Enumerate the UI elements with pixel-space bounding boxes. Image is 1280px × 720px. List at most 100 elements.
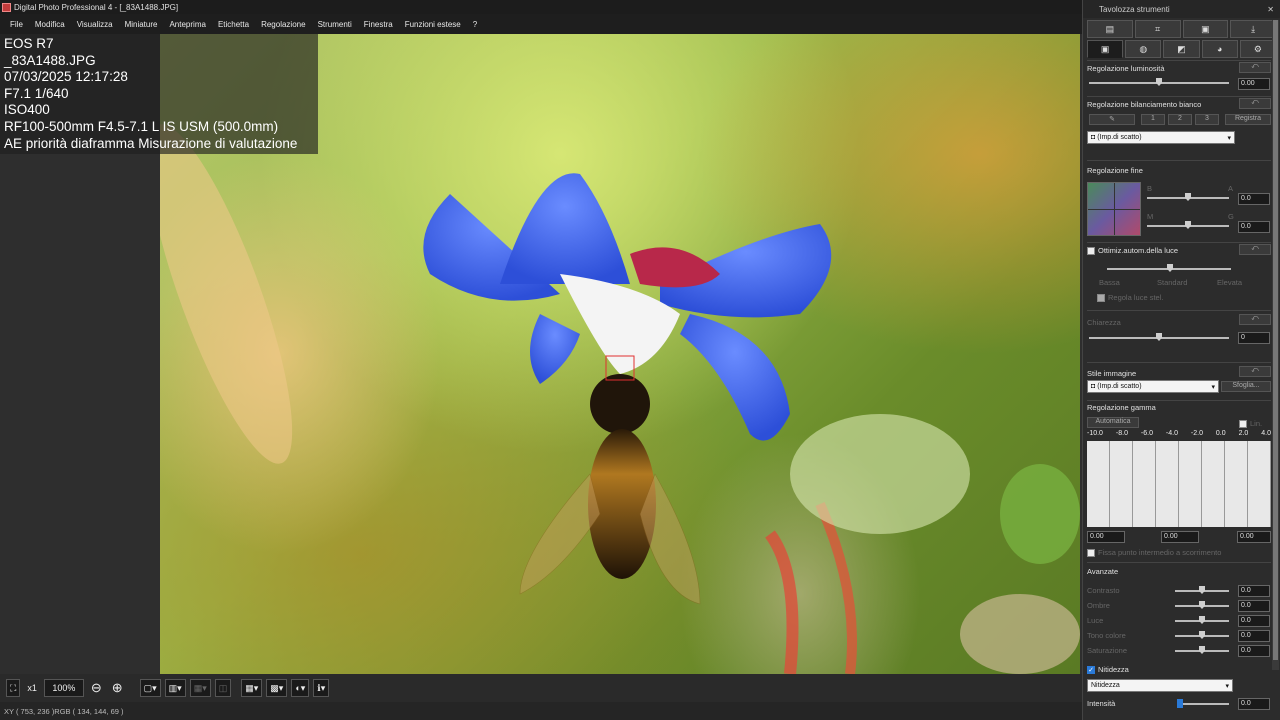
- gamma-auto-button[interactable]: Automatica: [1087, 417, 1139, 428]
- fit-screen-button[interactable]: ⛶: [6, 679, 21, 697]
- picture-style-reset-button[interactable]: ⤺: [1239, 366, 1271, 377]
- zoom-level-select[interactable]: 100%: [43, 679, 84, 697]
- gamma-black-value[interactable]: 0.00: [1087, 531, 1125, 543]
- menu-finestra[interactable]: Finestra: [358, 20, 399, 29]
- info-display-icon[interactable]: ℹ▾: [313, 679, 330, 697]
- zoom-x1-button[interactable]: x1: [24, 679, 40, 697]
- brightness-knob[interactable]: [1156, 78, 1162, 86]
- palette-scrollbar[interactable]: [1272, 20, 1279, 670]
- wb-slot-2[interactable]: 2: [1168, 114, 1192, 125]
- sync-view-icon[interactable]: ▦▾: [189, 679, 211, 697]
- clarity-value[interactable]: 0: [1238, 332, 1270, 344]
- close-icon[interactable]: ✕: [1267, 5, 1274, 14]
- wb-section: Regolazione bilanciamento bianco ⤺ ✎ 1 2…: [1087, 96, 1271, 156]
- gamma-scale-label: 2.0: [1238, 430, 1249, 437]
- gamma-scale-label: -8.0: [1115, 430, 1128, 437]
- shadows-knob[interactable]: [1199, 601, 1205, 609]
- gamma-lin-checkbox[interactable]: [1239, 420, 1247, 429]
- contrast-knob[interactable]: [1199, 586, 1205, 594]
- palette-scrollbar-thumb[interactable]: [1273, 20, 1278, 660]
- wb-slot-3[interactable]: 3: [1195, 114, 1219, 125]
- picture-style-select[interactable]: ◘ (Imp.di scatto) ▾: [1087, 380, 1219, 393]
- tab-crop-icon[interactable]: ⌗: [1134, 20, 1181, 38]
- shadows-value[interactable]: 0.0: [1238, 600, 1270, 612]
- menu-etichetta[interactable]: Etichetta: [212, 20, 255, 29]
- brightness-value[interactable]: 0.00: [1238, 78, 1270, 90]
- chevron-down-icon: ▾: [1211, 383, 1215, 391]
- tab-settings-icon[interactable]: ⚙: [1239, 40, 1277, 58]
- alo-spot-checkbox[interactable]: [1097, 294, 1105, 303]
- menu-funzioni-estese[interactable]: Funzioni estese: [399, 20, 467, 29]
- intensity-value[interactable]: 0.0: [1238, 698, 1270, 710]
- fine-b-label: B: [1147, 184, 1153, 193]
- fine-tune-label: Regolazione fine: [1087, 166, 1143, 175]
- info-iso: ISO400: [4, 102, 50, 118]
- tab-curve-icon[interactable]: ◩: [1163, 40, 1200, 58]
- gamma-fixed-checkbox[interactable]: [1087, 549, 1095, 558]
- menu-regolazione[interactable]: Regolazione: [255, 20, 311, 29]
- tab-export-icon[interactable]: ⤓: [1230, 20, 1276, 38]
- color-tone-knob[interactable]: [1199, 631, 1205, 639]
- wb-reset-button[interactable]: ⤺: [1239, 98, 1271, 109]
- split-view-icon[interactable]: ◫: [214, 679, 232, 697]
- tab-image-icon[interactable]: ▣: [1182, 20, 1229, 38]
- highlights-value[interactable]: 0.0: [1238, 615, 1270, 627]
- intensity-knob[interactable]: [1177, 699, 1183, 708]
- tool-palette: Tavolozza strumenti ✕ ▤ ⌗ ▣ ⤓ ▣ ◍ ◩ ◕ ⚙ …: [1082, 0, 1280, 720]
- menu-modifica[interactable]: Modifica: [29, 20, 71, 29]
- tab-color-icon[interactable]: ◕: [1201, 40, 1238, 58]
- menu-help[interactable]: ?: [467, 20, 483, 29]
- wb-select[interactable]: ◘ (Imp.di scatto) ▾: [1087, 131, 1235, 144]
- alo-label: Ottimiz.autom.della luce: [1098, 246, 1179, 255]
- tab-lens-icon[interactable]: ◍: [1125, 40, 1162, 58]
- gamma-graph[interactable]: [1087, 441, 1271, 527]
- color-tone-value[interactable]: 0.0: [1238, 630, 1270, 642]
- sharpness-select-value: Nitidezza: [1091, 682, 1120, 689]
- alo-reset-button[interactable]: ⤺: [1239, 244, 1271, 255]
- gamma-scale-label: 0.0: [1215, 430, 1226, 437]
- brightness-reset-button[interactable]: ⤺: [1239, 62, 1271, 73]
- wb-slot-1[interactable]: 1: [1141, 114, 1165, 125]
- tab-basic-icon[interactable]: ▤: [1087, 20, 1133, 38]
- menu-miniature[interactable]: Miniature: [119, 20, 164, 29]
- tab-adjust-icon[interactable]: ▣: [1087, 40, 1124, 58]
- menu-strumenti[interactable]: Strumenti: [312, 20, 358, 29]
- color-grid[interactable]: [1087, 182, 1141, 236]
- gamma-lin-label: Lin.: [1250, 419, 1263, 428]
- fine-mg-value[interactable]: 0.0: [1238, 221, 1270, 233]
- af-point-icon[interactable]: ▩▾: [266, 679, 288, 697]
- wb-register-button[interactable]: Registra: [1225, 114, 1271, 125]
- menu-visualizza[interactable]: Visualizza: [71, 20, 119, 29]
- contrast-value[interactable]: 0.0: [1238, 585, 1270, 597]
- saturation-knob[interactable]: [1199, 646, 1205, 654]
- highlight-warning-icon[interactable]: ◐▾: [291, 679, 310, 697]
- fine-mg-knob[interactable]: [1185, 221, 1191, 229]
- single-view-icon[interactable]: ▢▾: [139, 679, 161, 697]
- alo-checkbox[interactable]: [1087, 247, 1095, 256]
- clarity-knob[interactable]: [1156, 333, 1162, 341]
- menu-anteprima[interactable]: Anteprima: [163, 20, 211, 29]
- menu-file[interactable]: File: [4, 20, 29, 29]
- highlights-knob[interactable]: [1199, 616, 1205, 624]
- compare-view-icon[interactable]: ▥▾: [164, 679, 186, 697]
- fine-ba-value[interactable]: 0.0: [1238, 193, 1270, 205]
- picture-style-browse-button[interactable]: Sfoglia...: [1221, 381, 1271, 392]
- intensity-slider[interactable]: [1179, 703, 1229, 705]
- sharpness-select[interactable]: Nitidezza ▾: [1087, 679, 1233, 692]
- viewer-toolbar: ⛶ x1 100% ⊖ ⊕ ▢▾ ▥▾ ▦▾ ◫ ▦▾ ▩▾ ◐▾ ℹ▾: [0, 674, 1082, 702]
- wb-eyedropper-icon[interactable]: ✎: [1089, 114, 1135, 125]
- zoom-in-button[interactable]: ⊕: [109, 679, 126, 697]
- zoom-out-button[interactable]: ⊖: [88, 679, 105, 697]
- clarity-reset-button[interactable]: ⤺: [1239, 314, 1271, 325]
- sharpness-checkbox[interactable]: ✓: [1087, 666, 1095, 675]
- gamma-mid-value[interactable]: 0.00: [1161, 531, 1199, 543]
- saturation-value[interactable]: 0.0: [1238, 645, 1270, 657]
- gamma-white-value[interactable]: 0.00: [1237, 531, 1271, 543]
- grid-icon[interactable]: ▦▾: [241, 679, 263, 697]
- alo-knob[interactable]: [1167, 264, 1173, 272]
- image-viewer: EOS R7 _83A1488.JPG 07/03/2025 12:17:28 …: [0, 34, 1082, 674]
- wb-select-value: (Imp.di scatto): [1097, 134, 1142, 141]
- picture-style-value: (Imp.di scatto): [1097, 383, 1142, 390]
- fine-ba-knob[interactable]: [1185, 193, 1191, 201]
- palette-top-tabs: ▤ ⌗ ▣ ⤓: [1087, 20, 1276, 38]
